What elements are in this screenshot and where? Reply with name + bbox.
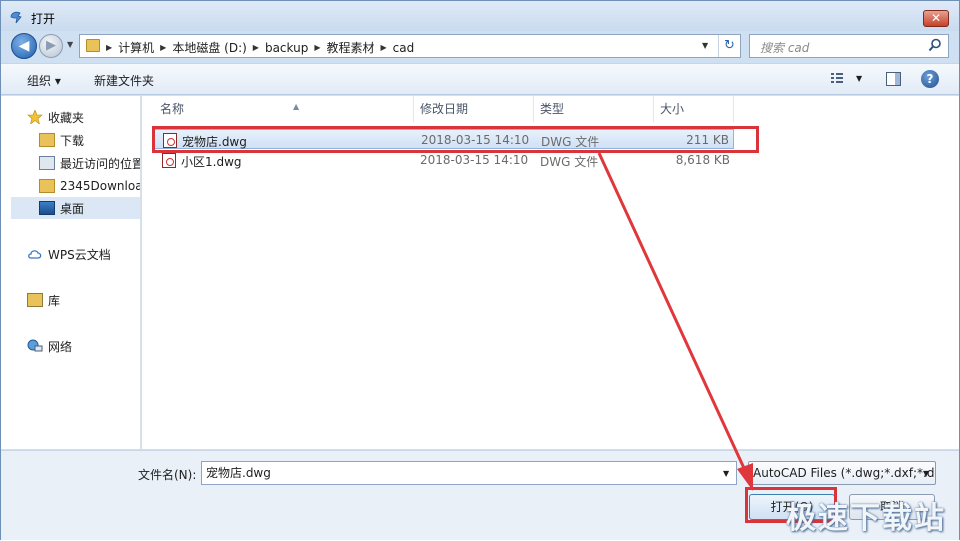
breadcrumb-drive-d[interactable]: 本地磁盘 (D:) [172,39,246,56]
title-bar: 打开 ✕ [1,1,959,31]
folder-icon [39,179,55,193]
cloud-icon [28,250,42,259]
desktop-icon [39,201,55,215]
chevron-down-icon[interactable]: ▼ [856,74,862,83]
sidebar-item-label: WPS云文档 [48,247,111,262]
watermark: 极速下载站 [786,501,946,536]
close-button[interactable]: ✕ [923,10,949,27]
address-row: ◀ ▶ ▼ ▶ 计算机 ▶ 本地磁盘 (D:) ▶ backup ▶ 教程素材 … [1,31,959,59]
column-header-label: 名称 [160,102,185,116]
sidebar-item-label: 桌面 [60,201,85,216]
file-size: 8,618 KB [675,153,730,167]
filetype-select[interactable]: AutoCAD Files (*.dwg;*.dxf;*.dws;*.dwt) [748,461,936,485]
column-header-date[interactable]: 修改日期 [414,96,534,122]
breadcrumb-separator[interactable]: ▶ [314,43,320,52]
new-folder-button[interactable]: 新建文件夹 [94,72,154,89]
file-name: 小区1.dwg [181,155,242,169]
filename-label: 文件名(N): [138,468,197,482]
sidebar-item-network[interactable]: 网络 [27,335,140,357]
sidebar-item-label: 最近访问的位置 [60,156,140,171]
column-header-label: 类型 [540,102,565,116]
search-icon[interactable] [928,38,942,52]
breadcrumb-tutorial-materials[interactable]: 教程素材 [326,39,374,56]
breadcrumb: ▶ 计算机 ▶ 本地磁盘 (D:) ▶ backup ▶ 教程素材 ▶ cad [106,39,414,56]
file-type: DWG 文件 [540,155,599,169]
search-placeholder: 搜索 cad [760,41,810,55]
column-header-type[interactable]: 类型 [534,96,654,122]
file-row[interactable]: 小区1.dwg 2018-03-15 14:10 DWG 文件 8,618 KB [154,150,734,170]
search-input[interactable]: 搜索 cad [749,34,949,58]
sidebar-item-favorites[interactable]: 收藏夹 [27,106,140,128]
breadcrumb-separator[interactable]: ▶ [381,43,387,52]
refresh-icon[interactable]: ↻ [718,35,740,57]
breadcrumb-separator[interactable]: ▶ [106,43,112,52]
library-icon [27,293,43,307]
sidebar-item-2345downloads[interactable]: 2345Downloa [39,175,140,197]
forward-button[interactable]: ▶ [39,34,63,58]
star-icon [27,110,43,124]
sort-ascending-icon: ▲ [293,102,300,111]
selected-file-highlight [152,126,759,153]
sidebar-item-label: 网络 [48,339,73,354]
help-icon[interactable]: ? [921,70,939,88]
chevron-down-icon[interactable]: ▼ [723,469,729,478]
view-options-icon[interactable] [831,72,843,84]
chevron-down-icon[interactable]: ▼ [923,469,929,478]
column-header-name[interactable]: 名称 ▲ [154,96,414,122]
chevron-down-icon[interactable]: ▼ [702,41,708,50]
column-header-label: 修改日期 [420,102,469,116]
dwg-file-icon [162,153,176,168]
organize-button[interactable]: 组织 ▾ [27,72,61,89]
back-button[interactable]: ◀ [11,33,37,59]
sidebar-item-desktop[interactable]: 桌面 [11,197,140,219]
folder-icon [39,133,55,147]
recent-pages-dropdown[interactable]: ▼ [67,40,73,49]
breadcrumb-computer[interactable]: 计算机 [118,39,154,56]
recent-places-icon [39,156,55,170]
sidebar-item-label: 收藏夹 [48,110,85,125]
sidebar-item-label: 2345Downloa [60,179,140,193]
breadcrumb-separator[interactable]: ▶ [253,43,259,52]
sidebar-item-wps-cloud[interactable]: WPS云文档 [27,243,140,265]
sidebar-item-recent-places[interactable]: 最近访问的位置 [39,152,140,174]
sidebar-item-label: 下载 [60,133,85,148]
network-icon [27,339,43,352]
app-icon [10,11,22,24]
window-title: 打开 [31,12,56,26]
sidebar-item-label: 库 [48,293,61,308]
command-bar: 组织 ▾ 新建文件夹 ▼ ? [1,63,959,95]
column-header-label: 大小 [660,102,685,116]
file-date: 2018-03-15 14:10 [420,153,529,167]
navigation-pane: 收藏夹 下载 最近访问的位置 2345Downloa 桌面 WPS云文档 库 网… [1,96,141,449]
preview-pane-icon[interactable] [886,72,901,86]
sidebar-item-downloads[interactable]: 下载 [39,129,140,151]
breadcrumb-backup[interactable]: backup [265,41,308,55]
open-file-dialog: 打开 ✕ ◀ ▶ ▼ ▶ 计算机 ▶ 本地磁盘 (D:) ▶ backup ▶ … [0,0,960,540]
sidebar-item-libraries[interactable]: 库 [27,289,140,311]
filename-field[interactable]: 宠物店.dwg [201,461,737,485]
column-header-size[interactable]: 大小 [654,96,734,122]
address-bar[interactable]: ▶ 计算机 ▶ 本地磁盘 (D:) ▶ backup ▶ 教程素材 ▶ cad … [79,34,741,58]
breadcrumb-separator[interactable]: ▶ [160,43,166,52]
breadcrumb-cad[interactable]: cad [393,41,415,55]
folder-icon [86,39,100,52]
